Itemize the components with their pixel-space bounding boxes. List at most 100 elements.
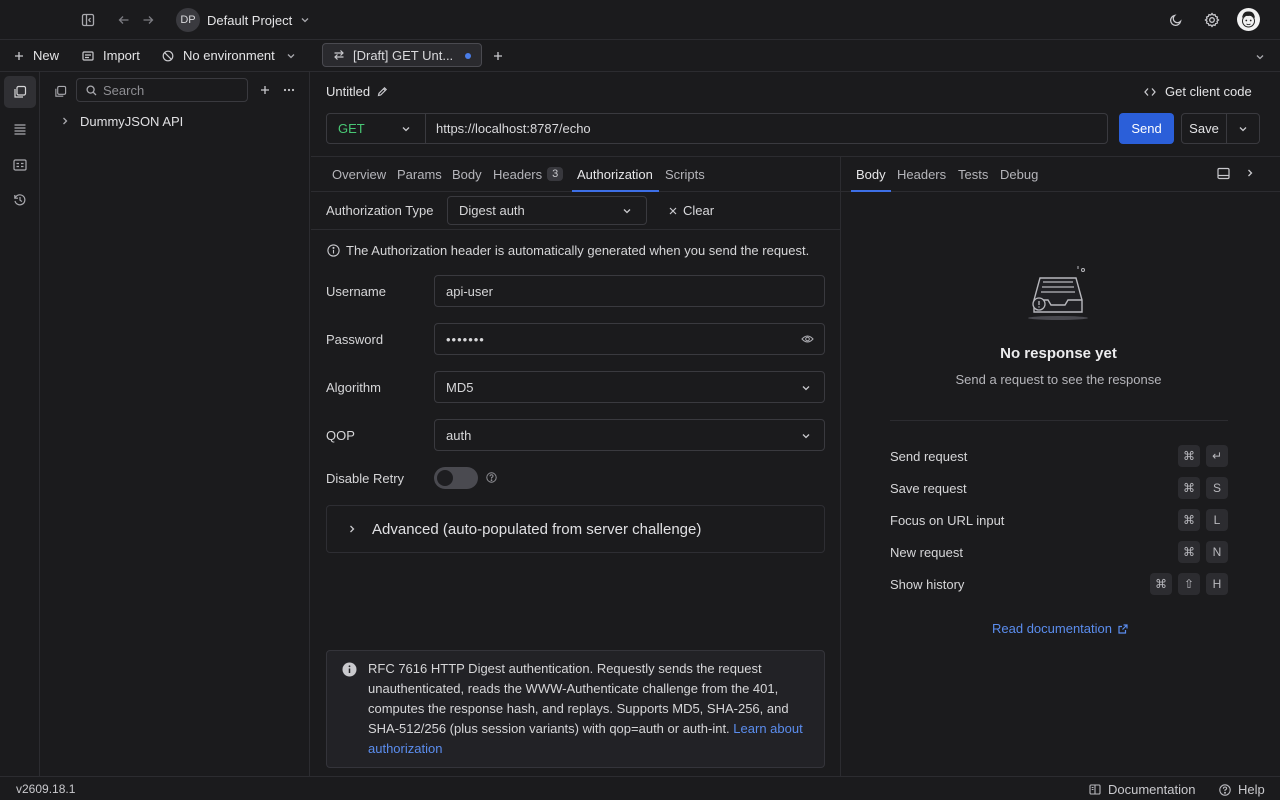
save-button[interactable]: Save	[1182, 114, 1227, 143]
import-label: Import	[103, 48, 140, 63]
auth-note: RFC 7616 HTTP Digest authentication. Req…	[326, 650, 825, 768]
new-label: New	[33, 48, 60, 63]
shortcut-label: Focus on URL input	[890, 512, 1005, 528]
send-label: Send	[1131, 121, 1162, 136]
edit-pencil-icon[interactable]	[377, 86, 388, 97]
tab-label: Headers	[897, 166, 947, 182]
environment-label: No environment	[183, 48, 275, 63]
chevron-right-icon	[347, 524, 357, 534]
back-arrow-icon[interactable]	[116, 12, 132, 28]
search-input[interactable]	[103, 82, 233, 98]
tab-scripts[interactable]: Scripts	[665, 156, 705, 192]
collections-icon[interactable]	[4, 76, 36, 108]
headers-count-badge: 3	[547, 167, 564, 181]
chevron-right-icon[interactable]	[1245, 168, 1255, 178]
kbd-key: ⌘	[1178, 477, 1200, 499]
apis-stack-icon[interactable]	[12, 121, 28, 137]
more-options-icon[interactable]	[281, 83, 297, 97]
auth-note-text: RFC 7616 HTTP Digest authentication. Req…	[368, 659, 818, 759]
tab-label: Body	[856, 166, 886, 182]
top-bar: DP Default Project	[0, 0, 1280, 40]
add-collection-plus-icon[interactable]	[258, 83, 272, 97]
help-link[interactable]: Help	[1219, 782, 1265, 797]
tab-params[interactable]: Params	[397, 156, 442, 192]
forward-arrow-icon[interactable]	[140, 12, 156, 28]
response-tab-headers[interactable]: Headers	[897, 156, 946, 192]
tabs-menu-chevron-icon[interactable]	[1253, 50, 1267, 64]
search-field[interactable]	[76, 78, 248, 102]
advanced-section[interactable]: Advanced (auto-populated from server cha…	[326, 505, 825, 553]
request-tabs: Overview Params Body Headers 3 Authoriza…	[311, 156, 840, 192]
help-label: Help	[1238, 782, 1265, 797]
auth-type-select[interactable]: Digest auth	[447, 196, 647, 225]
clear-label: Clear	[683, 203, 715, 218]
theme-moon-icon[interactable]	[1168, 12, 1184, 28]
no-environment-icon	[162, 50, 174, 62]
shortcut-row: Focus on URL input ⌘ L	[890, 509, 1228, 531]
tab-label: Body	[452, 166, 482, 182]
swap-arrows-icon	[333, 49, 345, 61]
kbd-key: ⌘	[1178, 541, 1200, 563]
empty-inbox-illustration	[1026, 264, 1092, 322]
documentation-link[interactable]: Documentation	[1089, 782, 1195, 797]
tab-label: Authorization	[577, 166, 653, 182]
plus-icon	[14, 51, 24, 61]
tab-body[interactable]: Body	[452, 156, 482, 192]
user-avatar[interactable]	[1237, 8, 1260, 31]
tab-headers[interactable]: Headers 3	[493, 156, 564, 192]
empty-state-subtitle: Send a request to see the response	[955, 372, 1162, 387]
response-tab-debug[interactable]: Debug	[1000, 156, 1038, 192]
shortcut-label: Send request	[890, 448, 968, 464]
history-icon[interactable]	[12, 192, 28, 208]
new-button[interactable]: New	[14, 48, 59, 63]
kbd-key: ⌘	[1178, 445, 1200, 467]
disable-retry-toggle[interactable]	[434, 467, 478, 489]
method-select[interactable]: GET	[326, 113, 426, 144]
environments-icon[interactable]	[12, 157, 28, 173]
version-label: v2609.18.1	[16, 782, 76, 796]
import-icon	[82, 50, 94, 62]
qop-select[interactable]: auth	[434, 419, 825, 451]
settings-gear-icon[interactable]	[1203, 11, 1221, 29]
sidebar-toggle-icon[interactable]	[80, 12, 96, 28]
shortcut-label: Show history	[890, 576, 965, 592]
chevron-down-icon	[801, 383, 811, 393]
collection-item[interactable]: DummyJSON API	[60, 112, 183, 130]
tab-authorization[interactable]: Authorization	[577, 156, 653, 192]
eye-icon[interactable]	[801, 334, 814, 344]
username-value: api-user	[446, 283, 493, 299]
url-input[interactable]: https://localhost:8787/echo	[425, 113, 1108, 144]
url-value: https://localhost:8787/echo	[436, 121, 591, 136]
request-name[interactable]: Untitled	[326, 84, 388, 99]
password-field[interactable]: •••••••	[434, 323, 825, 355]
collections-view-icon[interactable]	[52, 83, 68, 99]
search-icon	[86, 84, 97, 96]
import-button[interactable]: Import	[82, 48, 140, 63]
pane-divider[interactable]	[840, 156, 841, 776]
external-link-icon	[1118, 623, 1128, 634]
environment-selector[interactable]: No environment	[162, 48, 296, 63]
layout-panel-icon[interactable]	[1217, 167, 1230, 180]
tab-overview[interactable]: Overview	[332, 156, 386, 192]
active-tab-indicator	[851, 190, 891, 192]
project-switcher[interactable]: DP Default Project	[176, 8, 310, 32]
new-tab-plus-icon[interactable]	[491, 49, 505, 63]
username-label: Username	[326, 284, 386, 299]
algorithm-select[interactable]: MD5	[434, 371, 825, 403]
request-tab[interactable]: [Draft] GET Unt...	[322, 43, 482, 67]
send-button[interactable]: Send	[1119, 113, 1174, 144]
username-field[interactable]: api-user	[434, 275, 825, 307]
password-label: Password	[326, 332, 384, 347]
shortcut-row: Show history ⌘ ⇧ H	[890, 573, 1228, 595]
read-documentation-link[interactable]: Read documentation	[992, 621, 1128, 636]
kbd-key: ⌘	[1150, 573, 1172, 595]
help-circle-icon[interactable]	[486, 472, 497, 483]
response-tab-body[interactable]: Body	[856, 156, 886, 192]
response-tabs: Body Headers Tests Debug	[841, 156, 1280, 192]
divider	[890, 420, 1228, 421]
save-options-chevron-icon[interactable]	[1227, 114, 1259, 143]
response-tab-tests[interactable]: Tests	[958, 156, 988, 192]
info-icon	[327, 244, 340, 257]
clear-button[interactable]: Clear	[669, 203, 714, 218]
get-client-code-button[interactable]: Get client code	[1144, 84, 1252, 99]
